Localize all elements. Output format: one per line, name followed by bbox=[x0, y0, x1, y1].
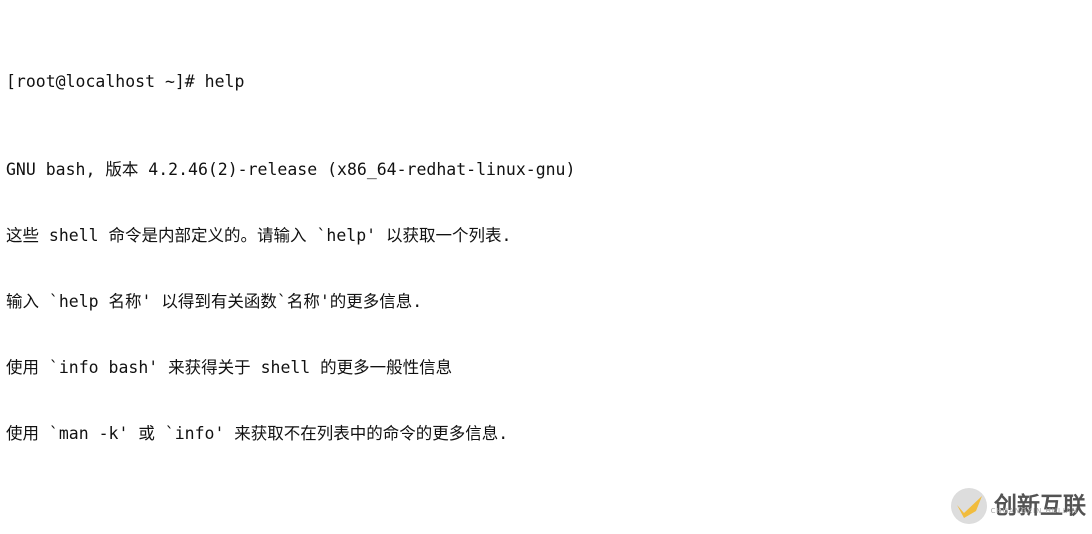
header-line-builtin-note: 这些 shell 命令是内部定义的。请输入 `help' 以获取一个列表. bbox=[6, 226, 512, 245]
header-line-info-bash: 使用 `info bash' 来获得关于 shell 的更多一般性信息 bbox=[6, 358, 453, 377]
header-line-help-name: 输入 `help 名称' 以得到有关函数`名称'的更多信息. bbox=[6, 292, 423, 311]
header-line-version: GNU bash, 版本 4.2.46(2)-release (x86_64-r… bbox=[6, 160, 576, 179]
prompt-line: [root@localhost ~]# help bbox=[6, 72, 245, 91]
header-line-man-k: 使用 `man -k' 或 `info' 来获取不在列表中的命令的更多信息. bbox=[6, 424, 509, 443]
terminal-output[interactable]: [root@localhost ~]# help GNU bash, 版本 4.… bbox=[0, 0, 1092, 534]
terminal-screenshot: [root@localhost ~]# help GNU bash, 版本 4.… bbox=[0, 0, 1092, 534]
